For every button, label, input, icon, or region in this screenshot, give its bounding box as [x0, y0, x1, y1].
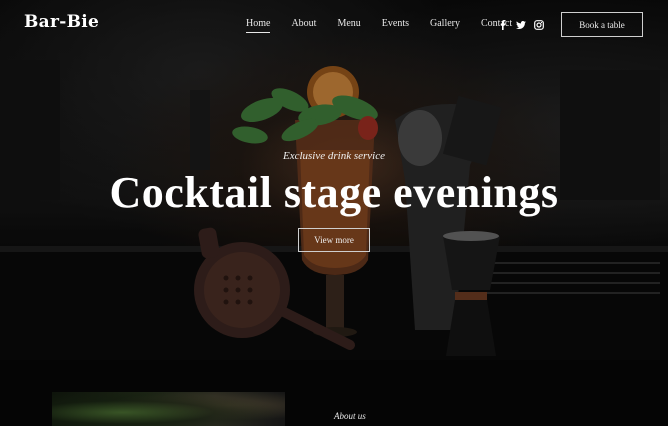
about-section-image — [52, 392, 285, 426]
hero-headline: Cocktail stage evenings — [109, 168, 559, 217]
nav-item-about[interactable]: About — [291, 18, 316, 33]
nav-item-menu[interactable]: Menu — [337, 18, 360, 33]
main-nav: Home About Menu Events Gallery Contact — [246, 18, 533, 33]
instagram-icon[interactable] — [533, 19, 544, 30]
about-section-label: About us — [334, 411, 366, 421]
view-more-button[interactable]: View more — [298, 228, 370, 252]
twitter-icon[interactable] — [515, 19, 526, 30]
site-logo[interactable]: Bar-Bie — [24, 12, 99, 32]
nav-item-home[interactable]: Home — [246, 18, 271, 33]
nav-item-gallery[interactable]: Gallery — [430, 18, 460, 33]
book-table-button[interactable]: Book a table — [561, 12, 643, 37]
facebook-icon[interactable] — [497, 19, 508, 30]
nav-item-events[interactable]: Events — [382, 18, 409, 33]
hero-tagline: Exclusive drink service — [282, 150, 385, 162]
social-links — [497, 19, 544, 30]
